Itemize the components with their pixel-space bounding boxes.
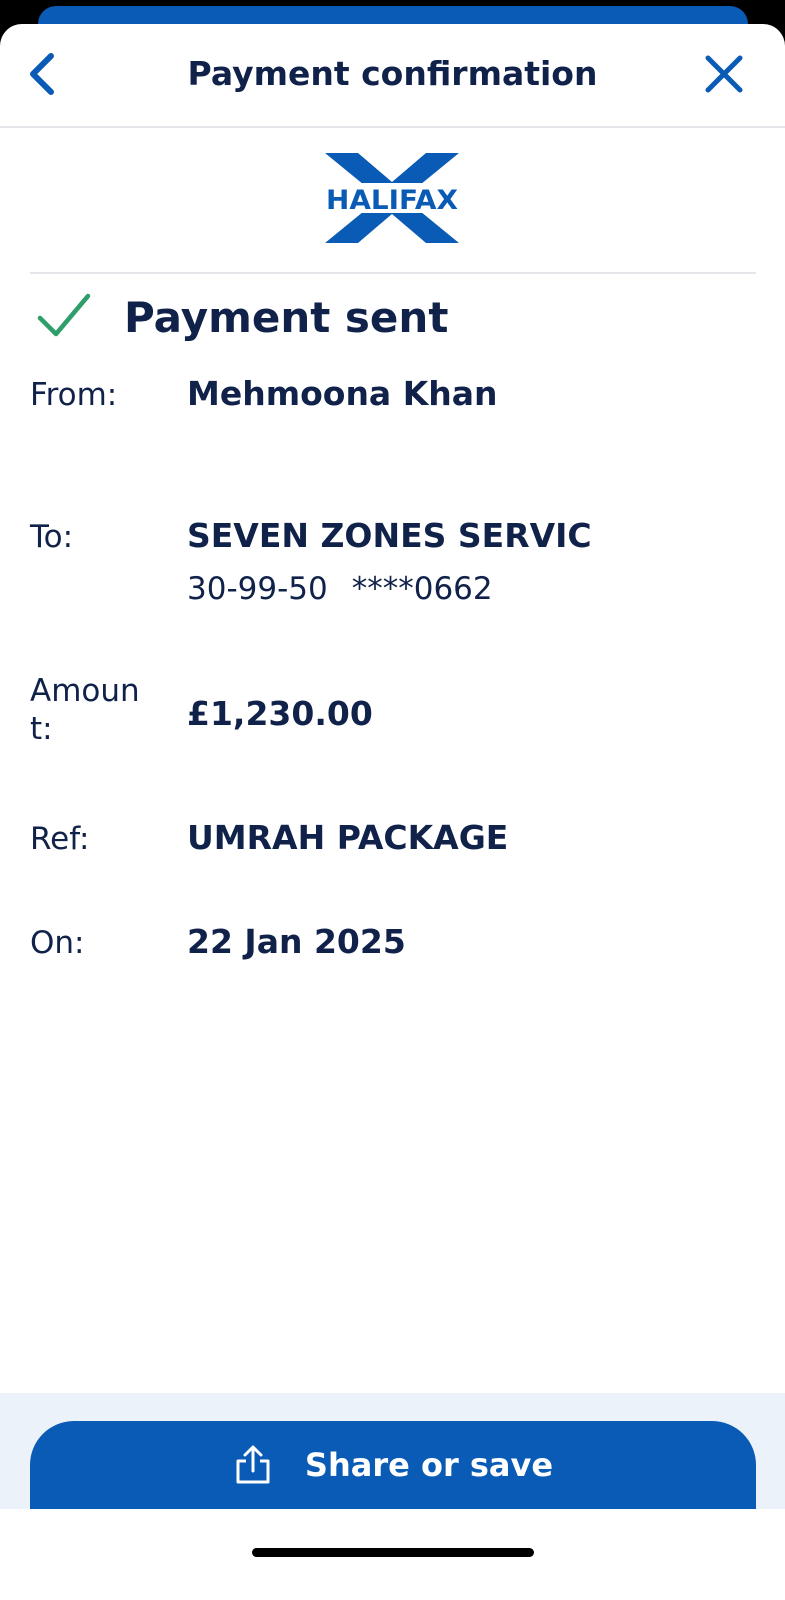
back-button[interactable] <box>18 50 66 98</box>
ref-value: UMRAH PACKAGE <box>187 818 509 857</box>
logo-wordmark: HALIFAX <box>326 185 458 216</box>
from-label: From: <box>30 377 118 413</box>
account-number: ****0662 <box>351 571 493 607</box>
sort-code: 30-99-50 <box>187 571 328 607</box>
to-value: SEVEN ZONES SERVIC <box>187 516 592 555</box>
to-account-details: 30-99-50 ****0662 <box>187 570 493 608</box>
on-label: On: <box>30 925 85 961</box>
share-or-save-button[interactable]: Share or save <box>30 1421 756 1509</box>
amount-label: Amount: <box>30 673 140 747</box>
chevron-left-icon <box>30 53 54 95</box>
share-button-label: Share or save <box>304 1446 554 1484</box>
footer-bar: Share or save <box>0 1393 785 1509</box>
close-button[interactable] <box>700 50 748 98</box>
header-bar: Payment confirmation <box>0 24 785 128</box>
from-value: Mehmoona Khan <box>187 374 498 413</box>
to-label: To: <box>30 519 74 555</box>
payment-confirmation-sheet: Payment confirmation HALIFAX Payment sen… <box>0 24 785 1600</box>
amount-value: £1,230.00 <box>187 694 373 733</box>
home-indicator[interactable] <box>252 1548 534 1557</box>
share-icon <box>233 1445 273 1485</box>
ref-label: Ref: <box>30 821 90 857</box>
check-icon <box>37 293 91 337</box>
divider <box>30 272 756 274</box>
halifax-logo: HALIFAX <box>322 153 462 243</box>
close-icon <box>705 55 743 93</box>
on-value: 22 Jan 2025 <box>187 922 406 961</box>
page-title: Payment confirmation <box>187 54 598 93</box>
status-row: Payment sent <box>30 286 756 350</box>
status-title: Payment sent <box>124 293 449 342</box>
